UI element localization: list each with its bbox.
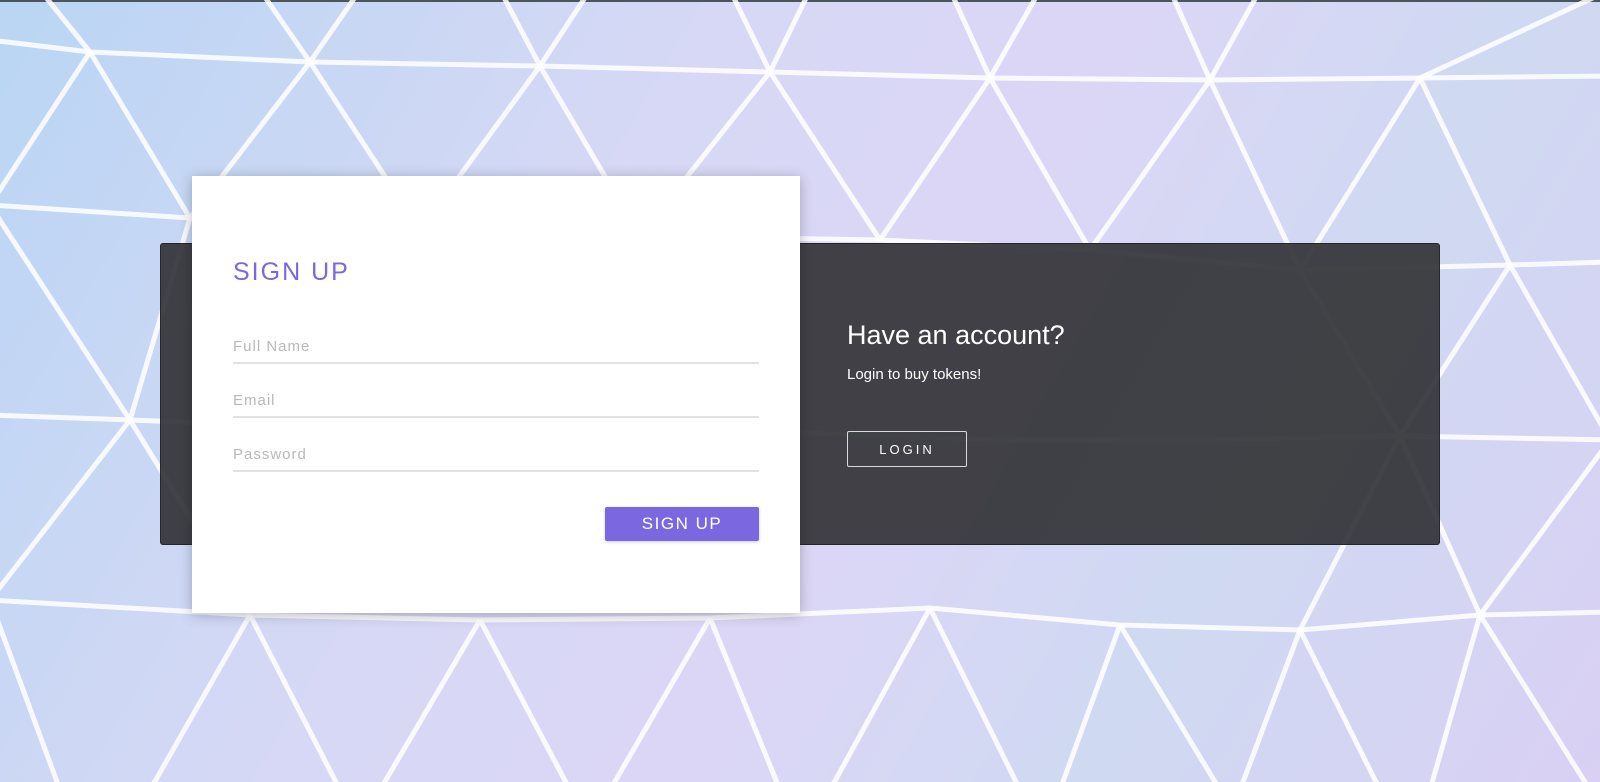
login-panel-subtitle: Login to buy tokens! — [847, 366, 982, 383]
signup-card: SIGN UP SIGN UP — [192, 176, 800, 613]
login-button[interactable]: LOGIN — [847, 431, 967, 467]
password-field — [233, 438, 759, 472]
login-panel-title: Have an account? — [847, 320, 1065, 350]
password-input[interactable] — [233, 438, 759, 470]
signup-button[interactable]: SIGN UP — [605, 507, 759, 541]
full-name-input[interactable] — [233, 330, 759, 362]
email-field — [233, 384, 759, 418]
email-input[interactable] — [233, 384, 759, 416]
full-name-field — [233, 330, 759, 364]
signup-title: SIGN UP — [233, 258, 350, 286]
